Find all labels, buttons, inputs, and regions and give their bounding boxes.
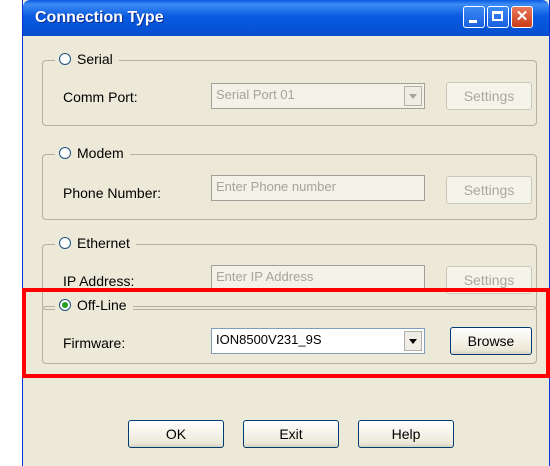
connection-type-dialog: Connection Type ✕ Serial Comm Port: Seri… xyxy=(22,0,550,466)
comm-port-value: Serial Port 01 xyxy=(216,87,295,102)
firmware-value: ION8500V231_9S xyxy=(216,332,322,347)
serial-group: Serial Comm Port: Serial Port 01 Setting… xyxy=(42,51,537,126)
exit-button[interactable]: Exit xyxy=(243,420,339,448)
dropdown-arrow-icon[interactable] xyxy=(404,331,422,351)
close-icon: ✕ xyxy=(515,8,529,25)
help-button[interactable]: Help xyxy=(358,420,454,448)
minimize-icon xyxy=(469,20,477,23)
offline-group: Off-Line Firmware: ION8500V231_9S Browse xyxy=(42,297,537,364)
radio-icon[interactable] xyxy=(59,53,71,65)
window-title: Connection Type xyxy=(35,9,164,26)
title-bar[interactable]: Connection Type ✕ xyxy=(23,0,549,36)
close-button[interactable]: ✕ xyxy=(511,6,533,28)
dropdown-arrow-icon[interactable] xyxy=(404,86,422,106)
modem-radio[interactable]: Modem xyxy=(55,145,130,161)
radio-icon[interactable] xyxy=(59,299,71,311)
comm-port-label: Comm Port: xyxy=(63,89,138,105)
firmware-select[interactable]: ION8500V231_9S xyxy=(211,328,425,354)
maximize-button[interactable] xyxy=(487,6,509,28)
ethernet-radio-label: Ethernet xyxy=(77,235,130,251)
ip-address-input[interactable]: Enter IP Address xyxy=(211,265,425,291)
firmware-label: Firmware: xyxy=(63,335,126,351)
phone-number-input[interactable]: Enter Phone number xyxy=(211,175,425,201)
serial-settings-button[interactable]: Settings xyxy=(446,82,532,110)
minimize-button[interactable] xyxy=(463,6,485,28)
modem-group: Modem Phone Number: Enter Phone number S… xyxy=(42,145,537,220)
modem-radio-label: Modem xyxy=(77,145,124,161)
ip-address-label: IP Address: xyxy=(63,273,135,289)
maximize-icon xyxy=(492,11,503,21)
radio-icon[interactable] xyxy=(59,237,71,249)
phone-number-label: Phone Number: xyxy=(63,185,162,201)
serial-radio[interactable]: Serial xyxy=(55,51,119,67)
offline-radio[interactable]: Off-Line xyxy=(55,297,133,313)
radio-icon[interactable] xyxy=(59,147,71,159)
browse-button[interactable]: Browse xyxy=(450,327,532,355)
offline-radio-label: Off-Line xyxy=(77,297,127,313)
comm-port-select[interactable]: Serial Port 01 xyxy=(211,83,425,109)
serial-radio-label: Serial xyxy=(77,51,113,67)
ethernet-settings-button[interactable]: Settings xyxy=(446,266,532,294)
modem-settings-button[interactable]: Settings xyxy=(446,176,532,204)
ok-button[interactable]: OK xyxy=(128,420,224,448)
ethernet-radio[interactable]: Ethernet xyxy=(55,235,136,251)
